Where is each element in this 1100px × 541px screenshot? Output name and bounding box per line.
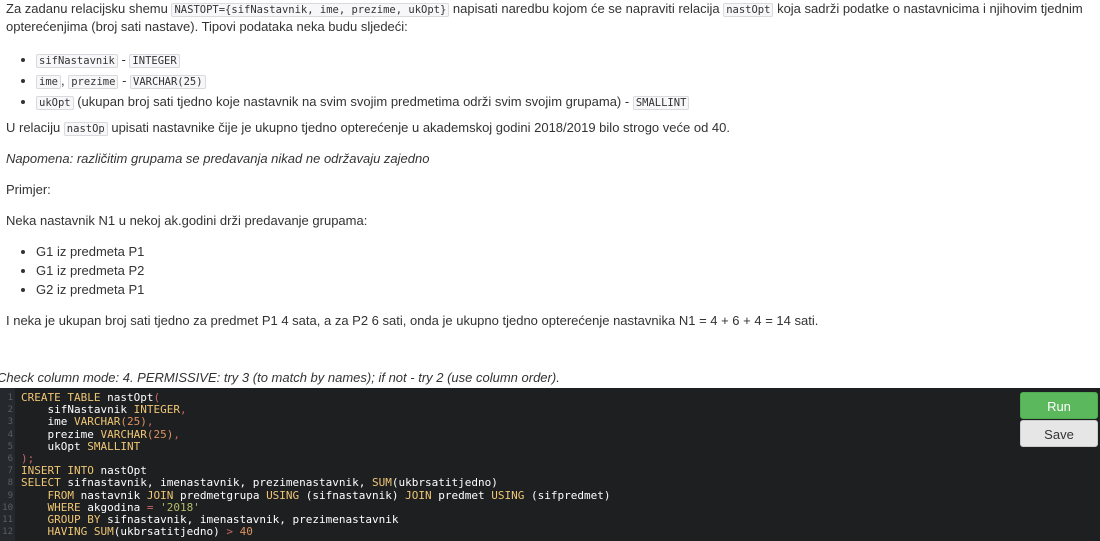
task-description: Za zadanu relacijsku shemu NASTOPT={sifN… [0, 0, 1100, 388]
list-item: G1 iz predmeta P2 [36, 261, 144, 280]
code-line[interactable]: HAVING SUM(ukbrsatitjedno) > 40 [21, 525, 610, 538]
save-button[interactable]: Save [1020, 420, 1098, 447]
example-heading: Primjer: [6, 182, 51, 197]
conclusion-paragraph: I neka je ukupan broj sati tjedno za pre… [6, 313, 819, 328]
sql-editor[interactable]: 1 2 3 4 5 6 7 8 9 10 11 12 CREATE TABLE … [0, 388, 1100, 541]
list-item: sifNastavnik - INTEGER [36, 50, 689, 71]
intro-line-2: opterećenjima (broj sati nastave). Tipov… [6, 19, 408, 34]
groups-list: G1 iz predmeta P1 G1 iz predmeta P2 G2 i… [0, 242, 144, 299]
list-item: G2 iz predmeta P1 [36, 280, 144, 299]
types-list: sifNastavnik - INTEGER ime, prezime - VA… [0, 50, 690, 113]
schema-code: NASTOPT={sifNastavnik, ime, prezime, ukO… [171, 3, 450, 17]
code-area[interactable]: CREATE TABLE nastOpt( sifNastavnik INTEG… [21, 391, 610, 538]
relation-paragraph: U relaciju nastOp upisati nastavnike čij… [6, 120, 730, 136]
list-item: ime, prezime - VARCHAR(25) [36, 71, 689, 92]
example-intro: Neka nastavnik N1 u nekoj ak.godini drži… [6, 213, 368, 228]
code-line[interactable]: ukOpt SMALLINT [21, 440, 610, 453]
check-column-mode: Check column mode: 4. PERMISSIVE: try 3 … [0, 370, 560, 385]
relation-name-code: nastOpt [723, 3, 774, 17]
list-item: G1 iz predmeta P1 [36, 242, 144, 261]
run-button[interactable]: Run [1020, 392, 1098, 419]
list-item: ukOpt (ukupan broj sati tjedno koje nast… [36, 92, 690, 113]
line-number-gutter: 1 2 3 4 5 6 7 8 9 10 11 12 [0, 388, 15, 541]
note-paragraph: Napomena: različitim grupama se predavan… [6, 151, 430, 166]
